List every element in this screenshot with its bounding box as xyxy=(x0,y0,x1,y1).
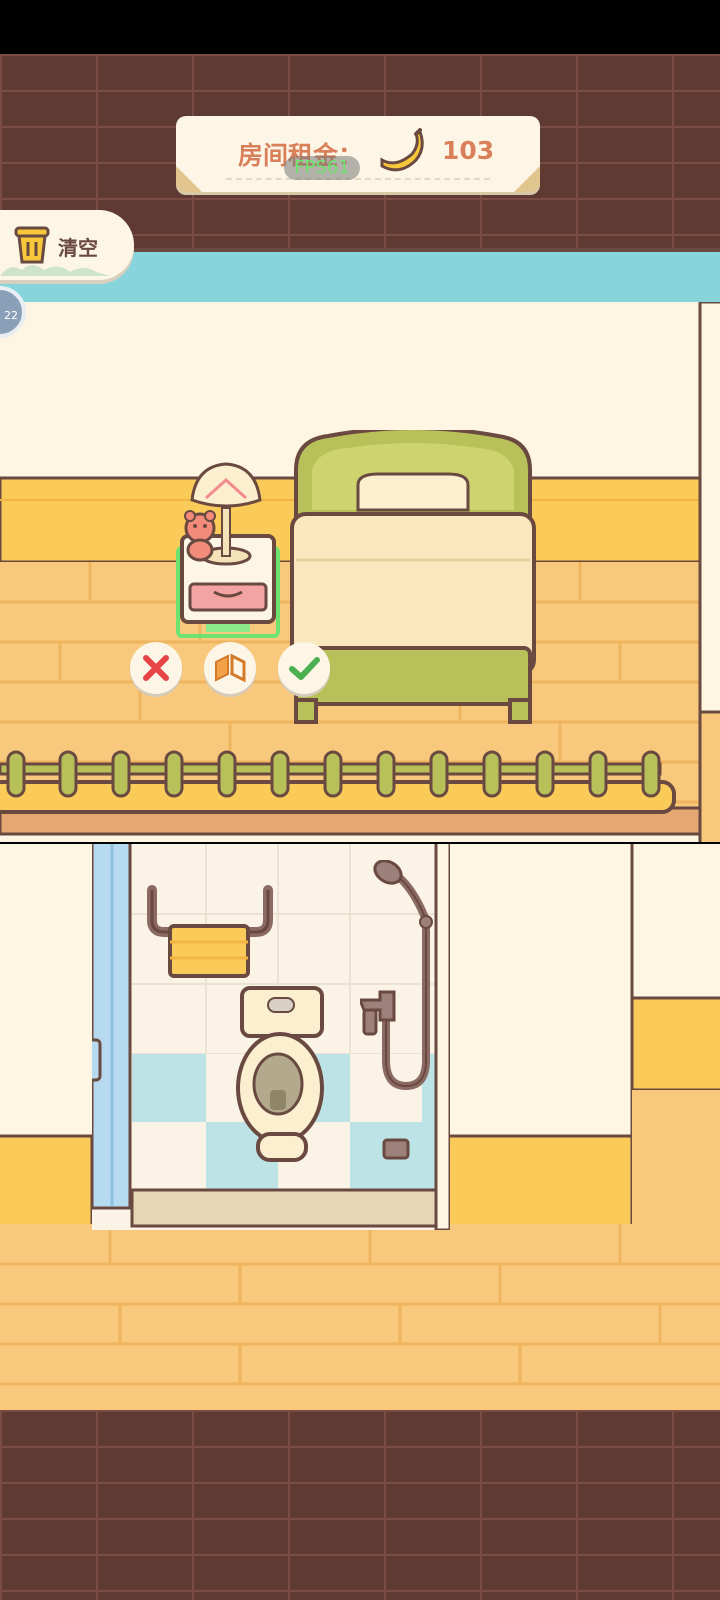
level-badge-text: 22 xyxy=(4,309,18,322)
room-rent-panel: 房间租金： 103 FPS61 xyxy=(176,116,540,192)
flip-icon xyxy=(215,653,246,683)
bed[interactable] xyxy=(288,426,538,742)
towel-rack[interactable] xyxy=(140,880,280,980)
status-bar xyxy=(0,0,720,54)
check-icon xyxy=(289,657,320,680)
fps-counter: FPS61 xyxy=(284,156,360,180)
clear-button[interactable]: 清空 xyxy=(0,210,134,280)
nightstand-selected[interactable] xyxy=(176,458,280,638)
clear-label: 清空 xyxy=(58,236,98,260)
rent-value: 103 xyxy=(442,136,495,165)
cancel-placement-button[interactable] xyxy=(130,642,182,694)
close-icon xyxy=(143,655,169,681)
flip-furniture-button[interactable] xyxy=(204,642,256,694)
toilet[interactable] xyxy=(232,984,332,1164)
shower-fixture[interactable] xyxy=(357,859,460,1160)
foundation-brick-wall xyxy=(0,1410,720,1600)
balcony-railing xyxy=(0,748,680,818)
banana-icon xyxy=(380,128,424,172)
confirm-placement-button[interactable] xyxy=(278,642,330,694)
